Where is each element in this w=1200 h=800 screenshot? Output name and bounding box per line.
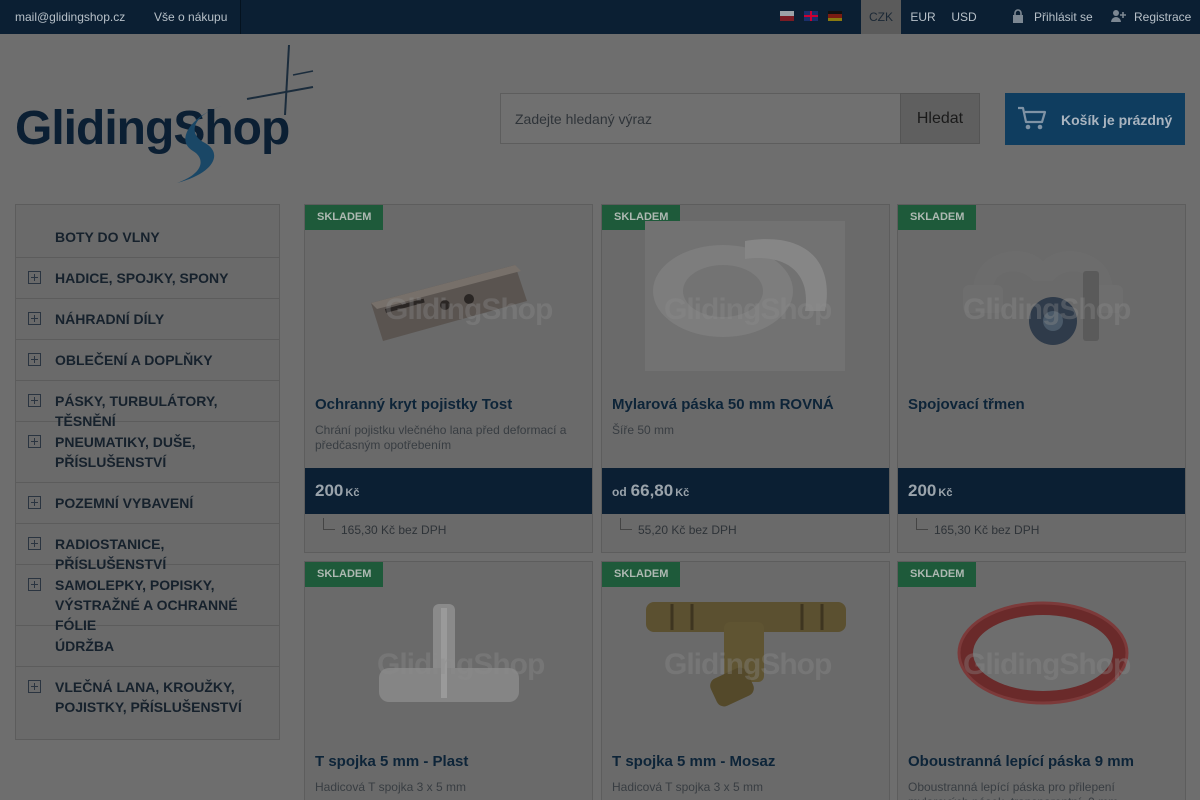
sidebar-item-radiostanice[interactable]: RADIOSTANICE, PŘÍSLUŠENSTVÍ <box>16 524 279 572</box>
sidebar-item-label: VLEČNÁ LANA, KROUŽKY, POJISTKY, PŘÍSLUŠE… <box>55 679 242 715</box>
product-description: Šíře 50 mm <box>612 423 675 437</box>
cart-button[interactable]: Košík je prázdný <box>1005 93 1185 145</box>
price-bar: 200 Kč <box>305 468 592 514</box>
topbar-divider <box>240 0 241 34</box>
expand-plus-icon[interactable] <box>28 271 41 284</box>
sidebar-item-label: POZEMNÍ VYBAVENÍ <box>55 495 194 511</box>
sidebar-item-udrzba[interactable]: ÚDRŽBA <box>16 626 279 667</box>
sidebar-item-label: HADICE, SPOJKY, SPONY <box>55 270 229 286</box>
price-bar: 200 Kč <box>898 468 1185 514</box>
sidebar-item-label: NÁHRADNÍ DÍLY <box>55 311 165 327</box>
about-shopping-link[interactable]: Vše o nákupu <box>154 0 227 34</box>
stock-badge: SKLADEM <box>898 562 977 587</box>
watermark: GlidingShop <box>664 648 832 681</box>
expand-plus-icon[interactable] <box>28 394 41 407</box>
sidebar-item-samolepky[interactable]: SAMOLEPKY, POPISKY, VÝSTRAŽNÉ A OCHRANNÉ… <box>16 565 279 633</box>
email-link[interactable]: mail@glidingshop.cz <box>15 0 125 34</box>
product-title[interactable]: Spojovací třmen <box>908 396 1025 413</box>
stock-badge: SKLADEM <box>602 562 681 587</box>
product-card[interactable]: SKLADEM GlidingShop Oboustranná lepící p… <box>897 561 1186 800</box>
currency-czk[interactable]: CZK <box>861 0 901 34</box>
product-price: 200 Kč <box>315 481 360 500</box>
corner-arrow-icon <box>323 518 335 530</box>
sidebar-item-label: ÚDRŽBA <box>55 638 115 654</box>
site-logo[interactable]: GlidingShop <box>15 45 330 185</box>
watermark: GlidingShop <box>963 293 1131 326</box>
uk-flag-icon[interactable] <box>804 11 818 21</box>
product-title[interactable]: T spojka 5 mm - Mosaz <box>612 753 775 770</box>
sidebar-item-pasky[interactable]: PÁSKY, TURBULÁTORY, TĚSNĚNÍ <box>16 381 279 429</box>
sidebar-item-label: OBLEČENÍ A DOPLŇKY <box>55 352 213 368</box>
currency-eur[interactable]: EUR <box>903 0 943 34</box>
stock-badge: SKLADEM <box>898 205 977 230</box>
product-description: Oboustranná lepící páska pro přilepení m… <box>908 780 1118 800</box>
search-input[interactable] <box>515 93 895 144</box>
logo-text: GlidingShop <box>15 102 290 155</box>
watermark: GlidingShop <box>385 293 553 326</box>
product-price: od 66,80 Kč <box>612 481 690 500</box>
language-flags <box>780 11 842 21</box>
product-card[interactable]: SKLADEM GlidingShop Mylarová páska 50 mm… <box>601 204 890 553</box>
product-title[interactable]: T spojka 5 mm - Plast <box>315 753 468 770</box>
product-description: Hadicová T spojka 3 x 5 mm <box>315 780 466 794</box>
sidebar-item-hadice[interactable]: HADICE, SPOJKY, SPONY <box>16 258 279 299</box>
watermark: GlidingShop <box>963 648 1131 681</box>
currency-usd[interactable]: USD <box>945 0 983 34</box>
category-sidebar: BOTY DO VLNY HADICE, SPOJKY, SPONY NÁHRA… <box>15 204 280 740</box>
product-card[interactable]: SKLADEM GlidingShop T spojka 5 mm - Mosa… <box>601 561 890 800</box>
expand-plus-icon[interactable] <box>28 680 41 693</box>
sidebar-item-pneumatiky[interactable]: PNEUMATIKY, DUŠE, PŘÍSLUŠENSTVÍ <box>16 422 279 483</box>
sidebar-item-label: BOTY DO VLNY <box>55 229 160 245</box>
product-title[interactable]: Oboustranná lepící páska 9 mm <box>908 753 1134 770</box>
expand-plus-icon[interactable] <box>28 435 41 448</box>
cart-icon <box>1018 106 1047 130</box>
sidebar-item-label: PNEUMATIKY, DUŠE, PŘÍSLUŠENSTVÍ <box>55 434 196 470</box>
top-bar: mail@glidingshop.cz Vše o nákupu CZK EUR… <box>0 0 1200 34</box>
sidebar-item-pozemni-vybaveni[interactable]: POZEMNÍ VYBAVENÍ <box>16 483 279 524</box>
cart-label: Košík je prázdný <box>1061 112 1173 128</box>
product-card[interactable]: SKLADEM GlidingShop Ochranný kryt pojist… <box>304 204 593 553</box>
expand-plus-icon[interactable] <box>28 496 41 509</box>
watermark: GlidingShop <box>377 648 545 681</box>
expand-plus-icon[interactable] <box>28 537 41 550</box>
product-card[interactable]: SKLADEM GlidingShop T spojka 5 mm - Plas… <box>304 561 593 800</box>
product-description: Chrání pojistku vlečného lana před defor… <box>315 423 567 452</box>
expand-plus-icon[interactable] <box>28 353 41 366</box>
corner-arrow-icon <box>916 518 928 530</box>
expand-plus-icon[interactable] <box>28 312 41 325</box>
register-link[interactable]: Registrace <box>1134 0 1191 34</box>
sidebar-item-obleceni[interactable]: OBLEČENÍ A DOPLŇKY <box>16 340 279 381</box>
logo-swoosh-icon <box>177 105 225 183</box>
de-flag-icon[interactable] <box>828 11 842 21</box>
lock-icon <box>1013 9 1023 23</box>
product-card[interactable]: SKLADEM GlidingShop Spojovací třmen 200 K… <box>897 204 1186 553</box>
product-price: 200 Kč <box>908 481 953 500</box>
stock-badge: SKLADEM <box>305 205 384 230</box>
cz-flag-icon[interactable] <box>780 11 794 21</box>
corner-arrow-icon <box>620 518 632 530</box>
watermark: GlidingShop <box>664 293 832 326</box>
add-user-icon <box>1111 10 1126 22</box>
product-title[interactable]: Ochranný kryt pojistky Tost <box>315 396 512 413</box>
product-description: Hadicová T spojka 3 x 5 mm <box>612 780 763 794</box>
search-button[interactable]: Hledat <box>900 93 980 144</box>
stock-badge: SKLADEM <box>305 562 384 587</box>
price-bar: od 66,80 Kč <box>602 468 889 514</box>
sidebar-item-nahradni-dily[interactable]: NÁHRADNÍ DÍLY <box>16 299 279 340</box>
sidebar-item-vlecna-lana[interactable]: VLEČNÁ LANA, KROUŽKY, POJISTKY, PŘÍSLUŠE… <box>16 667 279 728</box>
login-link[interactable]: Přihlásit se <box>1034 0 1093 34</box>
product-title[interactable]: Mylarová páska 50 mm ROVNÁ <box>612 396 834 413</box>
expand-plus-icon[interactable] <box>28 578 41 591</box>
sidebar-item-boty-do-vlny[interactable]: BOTY DO VLNY <box>16 217 279 258</box>
